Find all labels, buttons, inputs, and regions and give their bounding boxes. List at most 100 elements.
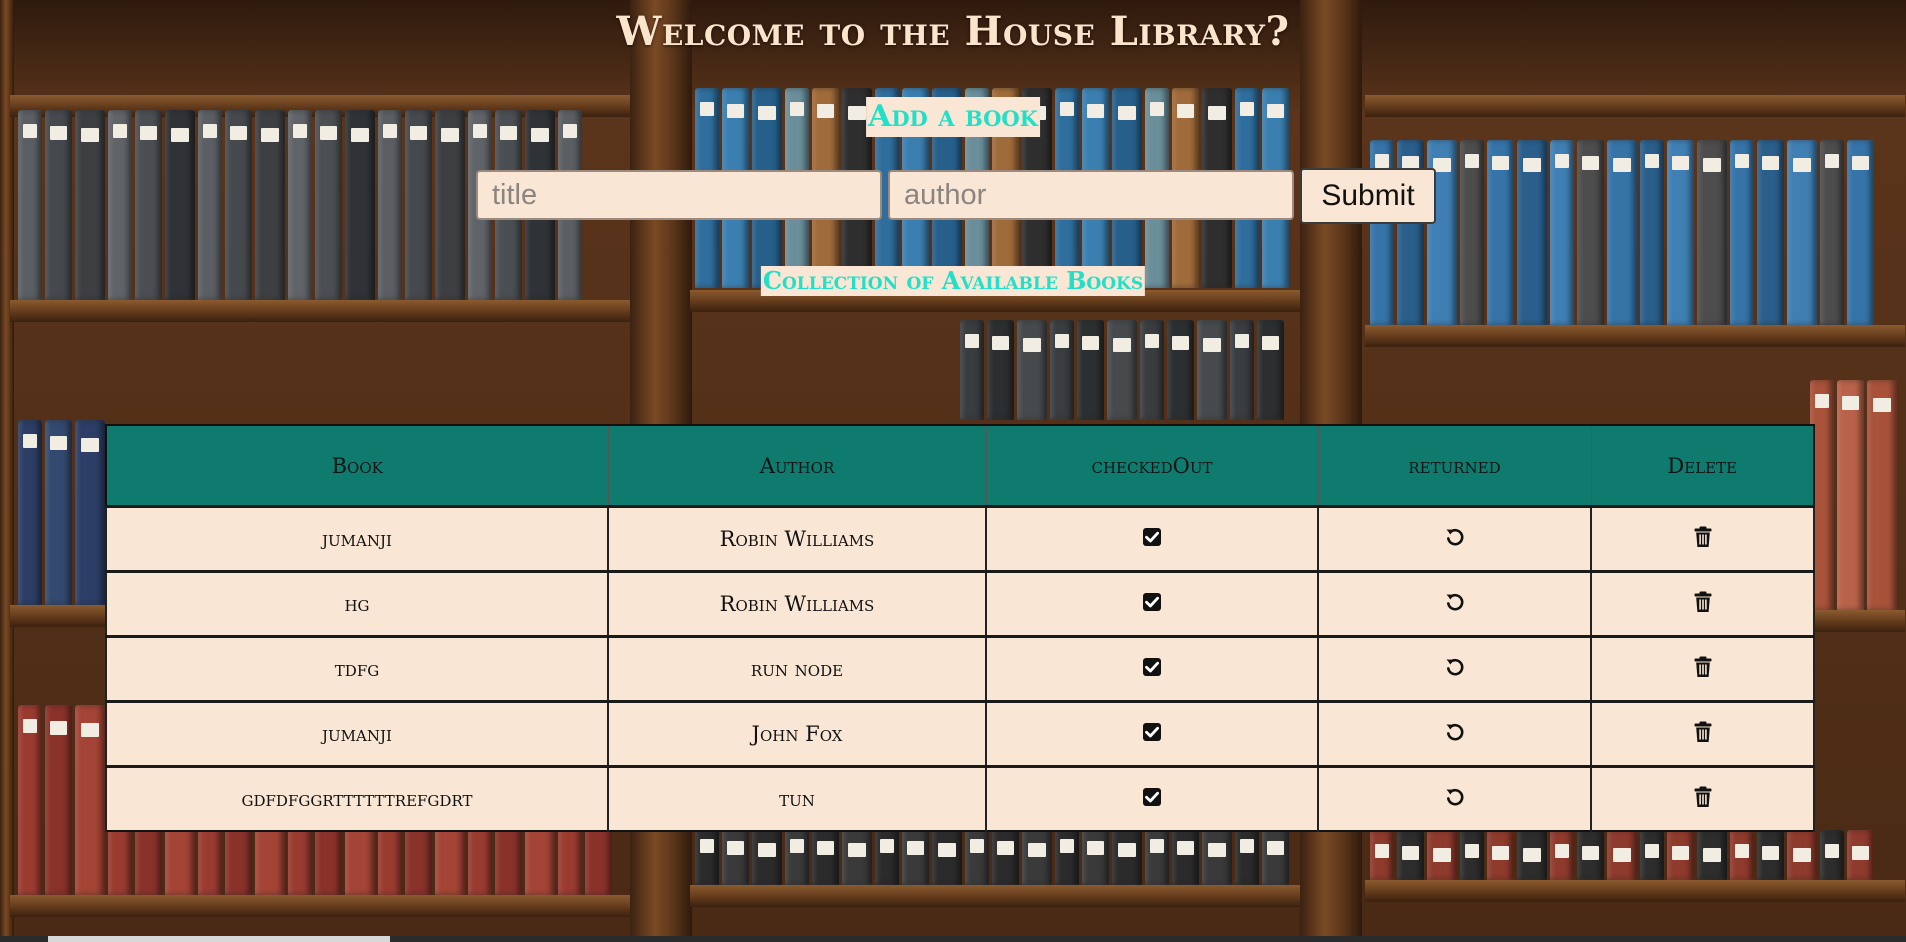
returned-cell [1317, 505, 1592, 572]
bg-book [1140, 320, 1164, 420]
bg-book [45, 705, 72, 895]
bg-book [1667, 830, 1694, 880]
bg-shelf [10, 300, 630, 322]
delete-cell [1590, 765, 1815, 831]
checked-out-cell [985, 505, 1319, 572]
bg-book [992, 825, 1019, 885]
column-header-returned: returned [1317, 424, 1592, 507]
bg-book [752, 825, 782, 885]
bg-book [1577, 140, 1604, 325]
bg-book [1640, 140, 1664, 325]
bg-book [1577, 830, 1604, 880]
checkbox-checked-icon[interactable] [1142, 527, 1162, 547]
delete-cell [1590, 700, 1815, 767]
bg-book [1667, 140, 1694, 325]
bg-book [198, 110, 222, 300]
checked-out-cell [985, 635, 1319, 702]
bg-book [1697, 830, 1727, 880]
checkbox-checked-icon[interactable] [1142, 722, 1162, 742]
bg-books [1370, 140, 1900, 325]
author-input[interactable] [888, 170, 1294, 220]
bg-book [18, 110, 42, 300]
bg-book [1607, 140, 1637, 325]
bg-book [1022, 825, 1052, 885]
bg-book [842, 825, 872, 885]
undo-icon[interactable] [1444, 786, 1466, 808]
bg-book [1397, 830, 1424, 880]
bg-book [1550, 830, 1574, 880]
scrollbar-thumb[interactable] [48, 936, 390, 942]
checked-out-cell [985, 700, 1319, 767]
trash-icon[interactable] [1694, 721, 1712, 743]
bg-book [1050, 320, 1074, 420]
undo-icon[interactable] [1444, 656, 1466, 678]
bg-book [1262, 825, 1289, 885]
bg-book [18, 705, 42, 895]
bg-book [1230, 320, 1254, 420]
column-header-delete: Delete [1590, 424, 1815, 507]
bg-book [1370, 830, 1394, 880]
bg-book [965, 825, 989, 885]
bg-shelf [1365, 880, 1905, 902]
table-row: jumanji John Fox [105, 700, 1815, 767]
horizontal-scrollbar[interactable] [0, 936, 1906, 942]
bg-book [1197, 320, 1227, 420]
bg-book [108, 110, 132, 300]
bg-book [1107, 320, 1137, 420]
trash-icon[interactable] [1694, 591, 1712, 613]
bg-book [1847, 140, 1874, 325]
bg-book [315, 110, 342, 300]
book-author-cell: run node [607, 635, 987, 702]
bg-book [1517, 140, 1547, 325]
bg-book [255, 110, 285, 300]
returned-cell [1317, 570, 1592, 637]
undo-icon[interactable] [1444, 591, 1466, 613]
bg-books [695, 825, 1295, 885]
bg-book [960, 320, 984, 420]
table-header-row: Book Author checkedOut returned Delete [105, 424, 1815, 507]
bg-book [75, 110, 105, 300]
book-title-cell: gdfdfggrttttttrefgdrt [105, 765, 609, 831]
bg-books [1810, 380, 1900, 610]
bg-book [435, 110, 465, 300]
bg-book [1082, 825, 1109, 885]
undo-icon[interactable] [1444, 526, 1466, 548]
trash-icon[interactable] [1694, 526, 1712, 548]
bg-book [1257, 320, 1284, 420]
bg-book [1730, 830, 1754, 880]
trash-icon[interactable] [1694, 786, 1712, 808]
bg-book [1757, 140, 1784, 325]
undo-icon[interactable] [1444, 721, 1466, 743]
bg-book [1055, 825, 1079, 885]
checkbox-checked-icon[interactable] [1142, 657, 1162, 677]
checkbox-checked-icon[interactable] [1142, 787, 1162, 807]
bg-book [695, 825, 719, 885]
submit-button[interactable]: Submit [1300, 168, 1436, 224]
returned-cell [1317, 700, 1592, 767]
bg-book [875, 825, 899, 885]
bg-books [1370, 830, 1900, 880]
bg-book [1235, 825, 1259, 885]
bg-book [135, 110, 162, 300]
bg-book [1847, 830, 1874, 880]
bg-books [960, 320, 1300, 420]
bg-book [1202, 825, 1232, 885]
book-author-cell: Robin Williams [607, 570, 987, 637]
bg-book [75, 420, 105, 605]
bg-book [1867, 380, 1897, 610]
trash-icon[interactable] [1694, 656, 1712, 678]
bg-shelf [1365, 325, 1905, 347]
bg-book [1487, 830, 1514, 880]
bg-shelf [10, 895, 630, 917]
table-row: tdfg run node [105, 635, 1815, 702]
book-title-cell: jumanji [105, 700, 609, 767]
returned-cell [1317, 765, 1592, 831]
checkbox-checked-icon[interactable] [1142, 592, 1162, 612]
bg-book [1757, 830, 1784, 880]
bg-book [18, 420, 42, 605]
page-title: Welcome to the House Library? [616, 8, 1290, 55]
bg-book [1487, 140, 1514, 325]
table-row: gdfdfggrttttttrefgdrt tun [105, 765, 1815, 831]
bg-book [1460, 140, 1484, 325]
title-input[interactable] [476, 170, 882, 220]
